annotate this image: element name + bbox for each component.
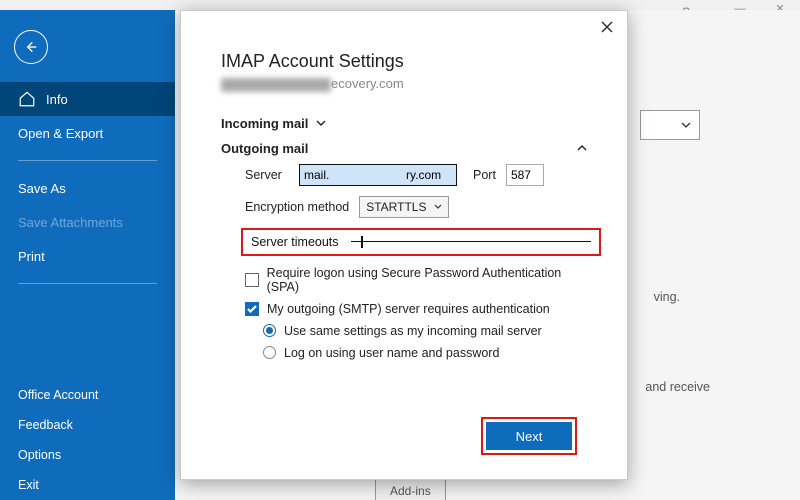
sidebar-item-label: Save Attachments <box>18 215 123 230</box>
home-icon <box>18 90 36 108</box>
dialog-close-button[interactable] <box>597 17 617 37</box>
bg-text-fragment: ving. <box>654 290 680 304</box>
sidebar-item-label: Exit <box>18 478 39 492</box>
backstage-sidebar: Info Open & Export Save As Save Attachme… <box>0 10 175 500</box>
encryption-select[interactable]: STARTTLS <box>359 196 449 218</box>
next-button[interactable]: Next <box>486 422 572 450</box>
port-label: Port <box>473 168 496 182</box>
chevron-down-icon <box>316 120 326 126</box>
arrow-left-icon <box>23 39 39 55</box>
sidebar-item-label: Info <box>46 92 68 107</box>
back-button[interactable] <box>14 30 48 64</box>
sidebar-item-print[interactable]: Print <box>0 239 175 273</box>
subtitle-suffix: ecovery.com <box>331 76 404 91</box>
smtp-auth-label: My outgoing (SMTP) server requires authe… <box>267 302 550 316</box>
outgoing-mail-section[interactable]: Outgoing mail <box>221 141 587 156</box>
sidebar-item-office-account[interactable]: Office Account <box>0 380 175 410</box>
sidebar-item-label: Open & Export <box>18 126 103 141</box>
sidebar-item-open-export[interactable]: Open & Export <box>0 116 175 150</box>
sidebar-item-label: Options <box>18 448 61 462</box>
server-label: Server <box>245 168 289 182</box>
chevron-up-icon <box>577 145 587 151</box>
sidebar-item-feedback[interactable]: Feedback <box>0 410 175 440</box>
radio-unselected-icon[interactable] <box>263 346 276 359</box>
close-icon <box>601 21 613 33</box>
encryption-value: STARTTLS <box>366 200 426 214</box>
sidebar-item-exit[interactable]: Exit <box>0 470 175 500</box>
server-input[interactable] <box>299 164 457 186</box>
checkbox-unchecked-icon[interactable] <box>245 273 259 287</box>
caret-down-icon <box>434 204 442 209</box>
radio-logon-row[interactable]: Log on using user name and password <box>245 346 587 360</box>
timeout-slider[interactable] <box>351 234 591 250</box>
section-label: Outgoing mail <box>221 141 308 156</box>
sidebar-item-label: Save As <box>18 181 66 196</box>
section-label: Incoming mail <box>221 116 308 131</box>
sidebar-item-info[interactable]: Info <box>0 82 175 116</box>
radio-same-settings-row[interactable]: Use same settings as my incoming mail se… <box>245 324 587 338</box>
addins-tab[interactable]: Add-ins <box>375 479 446 500</box>
smtp-auth-checkbox-row[interactable]: My outgoing (SMTP) server requires authe… <box>245 302 587 316</box>
divider <box>18 283 157 284</box>
incoming-mail-section[interactable]: Incoming mail <box>221 116 587 131</box>
dialog-subtitle: ecovery.com <box>221 76 587 92</box>
divider <box>18 160 157 161</box>
sidebar-item-save-as[interactable]: Save As <box>0 171 175 205</box>
sidebar-item-label: Feedback <box>18 418 73 432</box>
account-dropdown[interactable] <box>640 110 700 140</box>
sidebar-item-label: Office Account <box>18 388 98 402</box>
dialog-title: IMAP Account Settings <box>221 51 587 72</box>
radio-selected-icon[interactable] <box>263 324 276 337</box>
bg-text-fragment: and receive <box>645 380 710 394</box>
port-input[interactable] <box>506 164 544 186</box>
blurred-email <box>221 78 331 92</box>
spa-label: Require logon using Secure Password Auth… <box>267 266 587 294</box>
server-timeouts-highlight: Server timeouts <box>241 228 601 256</box>
encryption-label: Encryption method <box>245 200 349 214</box>
sidebar-item-label: Print <box>18 249 45 264</box>
imap-settings-dialog: IMAP Account Settings ecovery.com Incomi… <box>180 10 628 480</box>
spa-checkbox-row[interactable]: Require logon using Secure Password Auth… <box>245 266 587 294</box>
sidebar-item-save-attachments: Save Attachments <box>0 205 175 239</box>
radio-same-label: Use same settings as my incoming mail se… <box>284 324 542 338</box>
titlebar: ? — ✕ <box>0 0 800 10</box>
next-button-highlight: Next <box>481 417 577 455</box>
caret-down-icon <box>681 122 691 128</box>
checkbox-checked-icon[interactable] <box>245 302 259 316</box>
radio-logon-label: Log on using user name and password <box>284 346 499 360</box>
sidebar-item-options[interactable]: Options <box>0 440 175 470</box>
timeout-label: Server timeouts <box>251 235 339 249</box>
slider-thumb-icon[interactable] <box>361 236 363 248</box>
